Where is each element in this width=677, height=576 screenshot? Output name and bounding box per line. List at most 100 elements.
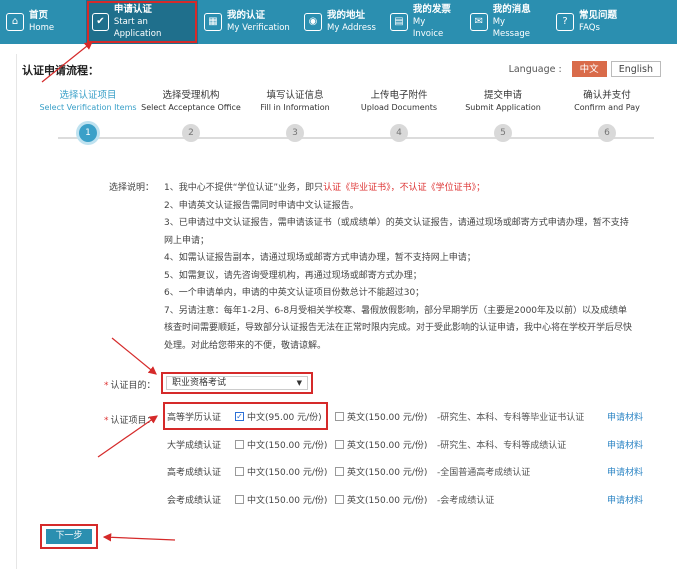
chinese-option-label: 中文(150.00 元/份) <box>247 495 328 506</box>
step-subtitle: Submit Application <box>465 103 541 112</box>
chinese-option-label: 中文(150.00 元/份) <box>247 467 328 478</box>
step-5: 提交申请 Submit Application 5 <box>448 89 558 142</box>
materials-link[interactable]: 申请材料 <box>607 438 643 451</box>
invoice-icon: ▤ <box>390 13 408 31</box>
home-icon: ⌂ <box>6 13 24 31</box>
purpose-select[interactable]: 职业资格考试 ▼ <box>166 376 308 390</box>
item-category: 会考成绩认证 <box>167 495 222 506</box>
step-title: 填写认证信息 <box>266 90 324 101</box>
step-subtitle: Fill in Information <box>260 103 330 112</box>
instruction-line: 1、我中心不提供“学位认证”业务，即只认证《毕业证书》，不认证《学位证书》； <box>164 183 486 193</box>
item-note: -研究生、本科、专科等毕业证书认证 <box>437 412 585 423</box>
nav-sublabel: My Address <box>327 23 376 33</box>
step-number: 5 <box>494 124 512 142</box>
step-title: 确认并支付 <box>583 90 631 101</box>
question-icon: ? <box>556 13 574 31</box>
step-subtitle: Select Verification Items <box>39 103 137 112</box>
next-highlight: 下一步 <box>40 524 98 549</box>
chinese-checkbox[interactable]: ✓ <box>235 411 244 421</box>
language-english-button[interactable]: English <box>610 61 661 77</box>
step-3: 填写认证信息 Fill in Information 3 <box>240 89 350 142</box>
item-category: 大学成绩认证 <box>167 440 222 451</box>
materials-link[interactable]: 申请材料 <box>607 465 643 478</box>
chinese-checkbox[interactable] <box>235 466 244 476</box>
item-category: 高考成绩认证 <box>167 467 222 478</box>
instructions-text: 1、我中心不提供“学位认证”业务，即只认证《毕业证书》，不认证《学位证书》； 2… <box>164 180 634 355</box>
materials-link[interactable]: 申请材料 <box>607 493 643 506</box>
nav-sublabel: Start an Application <box>113 17 162 39</box>
certificate-icon: ▦ <box>204 13 222 31</box>
materials-link[interactable]: 申请材料 <box>607 410 643 423</box>
step-title: 上传电子附件 <box>370 90 428 101</box>
nav-label: 我的地址 <box>327 10 366 21</box>
nav-label: 我的认证 <box>227 10 266 21</box>
step-4: 上传电子附件 Upload Documents 4 <box>344 89 454 142</box>
top-nav: ⌂ 首页 Home ✔ 申请认证 Start an Application ▦ 我的… <box>0 0 677 44</box>
page-title: 认证申请流程： <box>22 64 99 77</box>
nav-sublabel: My Invoice <box>412 17 444 39</box>
step-1: 选择认证项目 Select Verification Items 1 <box>33 89 143 142</box>
nav-sublabel: My Message <box>492 17 530 39</box>
english-option-label: 英文(150.00 元/份) <box>347 412 428 423</box>
instruction-line: 4、如需认证报告副本，请通过现场或邮寄方式申请办理，暂不支持网上申请； <box>164 253 476 263</box>
item-note: -研究生、本科、专科等成绩认证 <box>437 440 567 451</box>
language-chinese-button[interactable]: 中文 <box>571 61 607 77</box>
dropdown-arrow-icon: ▼ <box>296 379 302 387</box>
instruction-line: 3、已申请过中文认证报告，需申请该证书（或成绩单）的英文认证报告，请通过现场或邮… <box>164 218 629 246</box>
english-checkbox[interactable] <box>335 466 344 476</box>
item-note: -会考成绩认证 <box>437 495 495 506</box>
check-icon: ✔ <box>92 13 109 31</box>
step-subtitle: Select Acceptance Office <box>141 103 241 112</box>
nav-sublabel: My Verification <box>227 23 290 33</box>
instructions-label: 选择说明： <box>109 183 155 193</box>
chinese-option-label: 中文(150.00 元/份) <box>247 440 328 451</box>
chinese-checkbox[interactable] <box>235 439 244 449</box>
instruction-line: 5、如需复议，请先咨询受理机构，再通过现场或邮寄方式办理； <box>164 270 422 281</box>
nav-label: 首页 <box>29 10 49 21</box>
step-2: 选择受理机构 Select Acceptance Office 2 <box>136 89 246 142</box>
step-number: 3 <box>286 124 304 142</box>
step-subtitle: Upload Documents <box>360 103 438 112</box>
nav-home[interactable]: ⌂ 首页 Home <box>0 0 86 44</box>
step-number: 1 <box>79 124 97 142</box>
item-note: -全国普通高考成绩认证 <box>437 467 531 478</box>
nav-my-message[interactable]: ✉ 我的消息 My Message <box>464 0 550 44</box>
next-button[interactable]: 下一步 <box>46 529 92 544</box>
english-option-label: 英文(150.00 元/份) <box>347 495 428 506</box>
nav-my-invoice[interactable]: ▤ 我的发票 My Invoice <box>384 0 464 44</box>
nav-my-verification[interactable]: ▦ 我的认证 My Verification <box>198 0 298 44</box>
step-subtitle: Confirm and Pay <box>574 103 640 112</box>
item-category: 高等学历认证 <box>167 412 222 423</box>
english-option-label: 英文(150.00 元/份) <box>347 467 428 478</box>
nav-label: 我的发票 <box>412 4 451 15</box>
chinese-checkbox[interactable] <box>235 494 244 504</box>
nav-my-address[interactable]: ◉ 我的地址 My Address <box>298 0 384 44</box>
step-number: 6 <box>598 124 616 142</box>
nav-faqs[interactable]: ? 常见问题 FAQs <box>550 0 636 44</box>
message-icon: ✉ <box>470 13 488 31</box>
purpose-highlight: 职业资格考试 ▼ <box>161 372 313 394</box>
nav-start-application[interactable]: ✔ 申请认证 Start an Application <box>86 0 198 44</box>
instruction-line: 7、另请注意：每年1-2月、6-8月受相关学校寒、暑假放假影响，部分早期学历（主… <box>164 305 633 351</box>
items-label: * 认证项目： <box>104 416 156 426</box>
english-checkbox[interactable] <box>335 411 344 421</box>
language-switcher: Language : 中文 English <box>509 61 661 77</box>
purpose-label: * 认证目的： <box>104 381 156 391</box>
step-6: 确认并支付 Confirm and Pay 6 <box>552 89 662 142</box>
step-number: 2 <box>182 124 200 142</box>
chinese-option-label: 中文(95.00 元/份) <box>247 412 322 423</box>
step-title: 提交申请 <box>483 90 522 101</box>
nav-label: 申请认证 <box>113 4 152 15</box>
language-label: Language : <box>508 63 562 75</box>
nav-sublabel: FAQs <box>579 23 600 33</box>
nav-label: 我的消息 <box>492 4 531 15</box>
nav-label: 常见问题 <box>579 10 618 21</box>
instruction-line: 2、申请英文认证报告需同时申请中文认证报告。 <box>164 200 359 211</box>
english-checkbox[interactable] <box>335 439 344 449</box>
english-checkbox[interactable] <box>335 494 344 504</box>
location-icon: ◉ <box>304 13 322 31</box>
step-title: 选择认证项目 <box>59 90 117 101</box>
step-number: 4 <box>390 124 408 142</box>
english-option-label: 英文(150.00 元/份) <box>347 440 428 451</box>
instruction-line: 6、一个申请单内，申请的中英文认证项目份数总计不能超过30； <box>164 288 425 298</box>
